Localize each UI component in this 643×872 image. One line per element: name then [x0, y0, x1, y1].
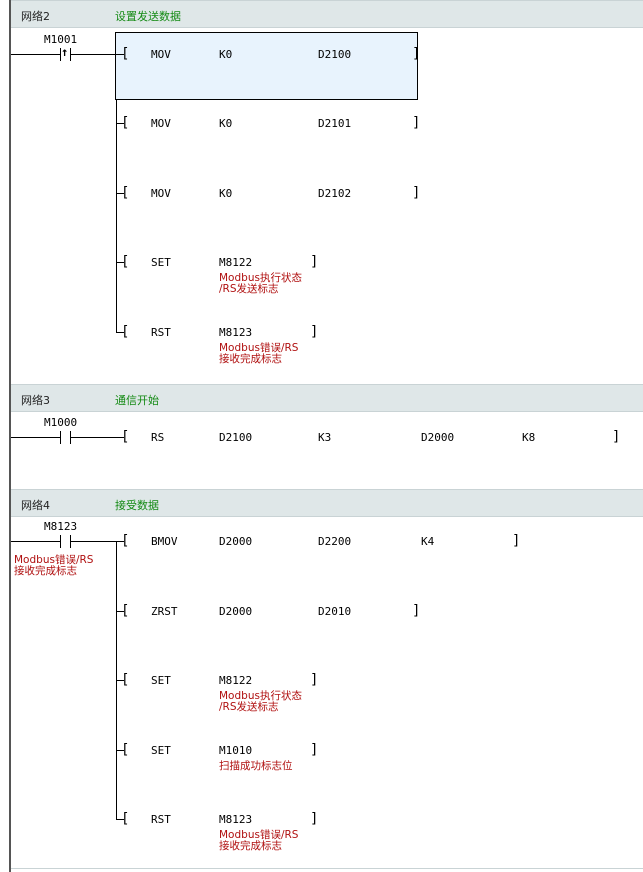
instruction-op[interactable]: SET	[151, 744, 171, 757]
network-label: 网络4	[21, 499, 50, 512]
network-header: 网络3 通信开始	[11, 384, 643, 412]
network-header: 网络2 设置发送数据	[11, 0, 643, 28]
contact-comment: Modbus错误/RS 接收完成标志	[14, 554, 94, 577]
instruction-open-bracket: [	[121, 324, 130, 340]
rung-wire	[71, 54, 117, 55]
instruction-close-bracket: ]	[310, 672, 319, 688]
instruction-operand[interactable]: K4	[421, 535, 434, 548]
contact-left-bar[interactable]	[60, 431, 61, 444]
device-comment: Modbus错误/RS 接收完成标志	[219, 829, 299, 852]
instruction-open-bracket: [	[121, 185, 130, 201]
instruction-operand[interactable]: K0	[219, 187, 232, 200]
device-comment: Modbus执行状态 /RS发送标志	[219, 690, 302, 713]
instruction-open-bracket: [	[121, 811, 130, 827]
instruction-close-bracket: ]	[310, 324, 319, 340]
instruction-op[interactable]: MOV	[151, 117, 171, 130]
rung-wire	[71, 437, 117, 438]
instruction-op[interactable]: MOV	[151, 187, 171, 200]
rung-wire	[11, 437, 60, 438]
contact-device-label: M8123	[44, 520, 78, 533]
instruction-op[interactable]: SET	[151, 256, 171, 269]
network-header: 网络4 接受数据	[11, 489, 643, 517]
instruction-close-bracket: ]	[310, 254, 319, 270]
instruction-close-bracket: ]	[412, 115, 421, 131]
instruction-close-bracket: ]	[310, 742, 319, 758]
instruction-open-bracket: [	[121, 46, 130, 62]
instruction-open-bracket: [	[121, 603, 130, 619]
instruction-close-bracket: ]	[512, 533, 521, 549]
instruction-operand[interactable]: D2000	[219, 535, 252, 548]
instruction-op[interactable]: RST	[151, 813, 171, 826]
instruction-open-bracket: [	[121, 429, 130, 445]
device-comment: Modbus错误/RS 接收完成标志	[219, 342, 299, 365]
device-comment: 扫描成功标志位	[219, 760, 293, 772]
contact-left-bar[interactable]	[60, 535, 61, 548]
instruction-open-bracket: [	[121, 672, 130, 688]
instruction-operand[interactable]: M8122	[219, 674, 252, 687]
device-comment: Modbus执行状态 /RS发送标志	[219, 272, 302, 295]
bottom-border	[11, 868, 643, 869]
selected-instruction-cell[interactable]	[115, 32, 418, 100]
instruction-operand[interactable]: M1010	[219, 744, 252, 757]
network-label: 网络2	[21, 10, 50, 23]
instruction-operand[interactable]: D2000	[421, 431, 454, 444]
rung-wire	[71, 541, 117, 542]
instruction-op[interactable]: RS	[151, 431, 164, 444]
instruction-operand[interactable]: K0	[219, 117, 232, 130]
network-comment: 通信开始	[115, 394, 159, 407]
instruction-operand[interactable]: D2000	[219, 605, 252, 618]
instruction-close-bracket: ]	[612, 429, 621, 445]
network-comment: 设置发送数据	[115, 10, 181, 23]
instruction-operand[interactable]: K8	[522, 431, 535, 444]
instruction-operand[interactable]: D2100	[219, 431, 252, 444]
instruction-operand[interactable]: D2102	[318, 187, 351, 200]
instruction-open-bracket: [	[121, 533, 130, 549]
instruction-close-bracket: ]	[412, 603, 421, 619]
instruction-operand[interactable]: D2010	[318, 605, 351, 618]
instruction-op[interactable]: BMOV	[151, 535, 178, 548]
instruction-operand[interactable]: D2200	[318, 535, 351, 548]
instruction-operand[interactable]: D2100	[318, 48, 351, 61]
network-comment: 接受数据	[115, 499, 159, 512]
instruction-operand[interactable]: K3	[318, 431, 331, 444]
instruction-operand[interactable]: M8123	[219, 813, 252, 826]
instruction-operand[interactable]: M8123	[219, 326, 252, 339]
instruction-operand[interactable]: D2101	[318, 117, 351, 130]
instruction-op[interactable]: SET	[151, 674, 171, 687]
instruction-operand[interactable]: K0	[219, 48, 232, 61]
instruction-close-bracket: ]	[310, 811, 319, 827]
instruction-close-bracket: ]	[412, 185, 421, 201]
left-power-rail-line	[9, 0, 11, 872]
rung-wire	[11, 54, 60, 55]
instruction-open-bracket: [	[121, 254, 130, 270]
rung-wire	[11, 541, 60, 542]
rising-edge-icon: ↑	[61, 45, 68, 59]
contact-device-label: M1000	[44, 416, 78, 429]
instruction-open-bracket: [	[121, 115, 130, 131]
instruction-op[interactable]: ZRST	[151, 605, 178, 618]
instruction-op[interactable]: RST	[151, 326, 171, 339]
instruction-close-bracket: ]	[412, 46, 421, 62]
instruction-op[interactable]: MOV	[151, 48, 171, 61]
instruction-open-bracket: [	[121, 742, 130, 758]
network-label: 网络3	[21, 394, 50, 407]
instruction-operand[interactable]: M8122	[219, 256, 252, 269]
